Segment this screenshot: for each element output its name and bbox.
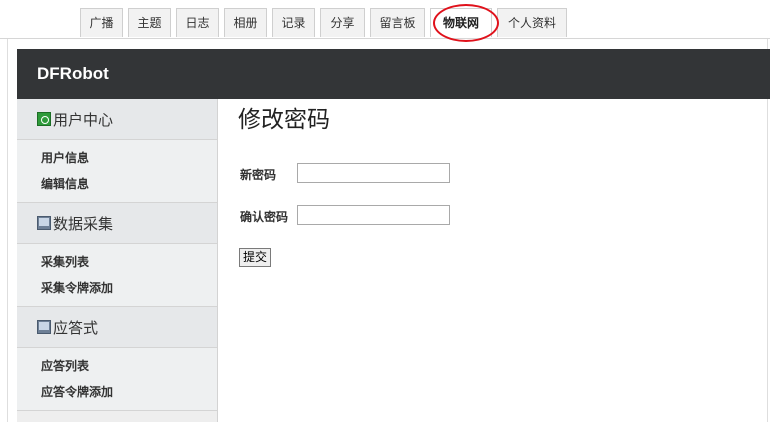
top-tab-bar: 广播 主题 日志 相册 记录 分享 留言板 物联网 个人资料: [80, 8, 572, 39]
sidebar-section-title: 应答式: [53, 318, 99, 337]
user-center-icon: [37, 112, 51, 126]
new-password-label: 新密码: [240, 168, 277, 182]
tab-topics[interactable]: 主题: [128, 8, 171, 37]
tab-records[interactable]: 记录: [272, 8, 315, 37]
tab-share[interactable]: 分享: [320, 8, 365, 37]
sidebar-section-user-center[interactable]: 用户中心: [17, 99, 217, 140]
confirm-password-input[interactable]: [297, 205, 450, 225]
frame-border-left: [7, 39, 8, 422]
sidebar-section-response[interactable]: 应答式: [17, 307, 217, 348]
sidebar: 用户中心 用户信息 编辑信息 数据采集 采集列表 采集令牌添加 应答式 应答列表…: [17, 99, 218, 422]
sidebar-section-data-collection[interactable]: 数据采集: [17, 203, 217, 244]
sidebar-item-collection-list[interactable]: 采集列表: [41, 252, 217, 278]
sidebar-item-response-token-add[interactable]: 应答令牌添加: [41, 382, 217, 408]
sidebar-item-user-info[interactable]: 用户信息: [41, 148, 217, 174]
sidebar-section-links: 用户信息 编辑信息: [17, 140, 217, 203]
tab-iot[interactable]: 物联网: [430, 8, 492, 37]
tab-broadcast[interactable]: 广播: [80, 8, 123, 37]
tab-guestbook[interactable]: 留言板: [370, 8, 425, 37]
brand-logo[interactable]: DFRobot: [37, 49, 109, 99]
sidebar-section-title: 数据采集: [53, 214, 114, 233]
sidebar-section-links: 采集列表 采集令牌添加: [17, 244, 217, 307]
confirm-password-label: 确认密码: [240, 210, 289, 224]
sidebar-item-edit-info[interactable]: 编辑信息: [41, 174, 217, 200]
tab-album[interactable]: 相册: [224, 8, 267, 37]
tab-blog[interactable]: 日志: [176, 8, 219, 37]
tab-underline: [0, 38, 770, 39]
tab-profile[interactable]: 个人资料: [497, 8, 567, 37]
submit-button[interactable]: 提交: [239, 248, 272, 267]
sidebar-item-response-list[interactable]: 应答列表: [41, 356, 217, 382]
sidebar-section-links: 应答列表 应答令牌添加: [17, 348, 217, 411]
page-title: 修改密码: [238, 107, 330, 133]
sidebar-item-collection-token-add[interactable]: 采集令牌添加: [41, 278, 217, 304]
monitor-icon: [37, 216, 51, 230]
app-header: DFRobot: [17, 49, 770, 99]
new-password-input[interactable]: [297, 163, 450, 183]
monitor-icon: [37, 320, 51, 334]
sidebar-section-title: 用户中心: [53, 110, 114, 129]
